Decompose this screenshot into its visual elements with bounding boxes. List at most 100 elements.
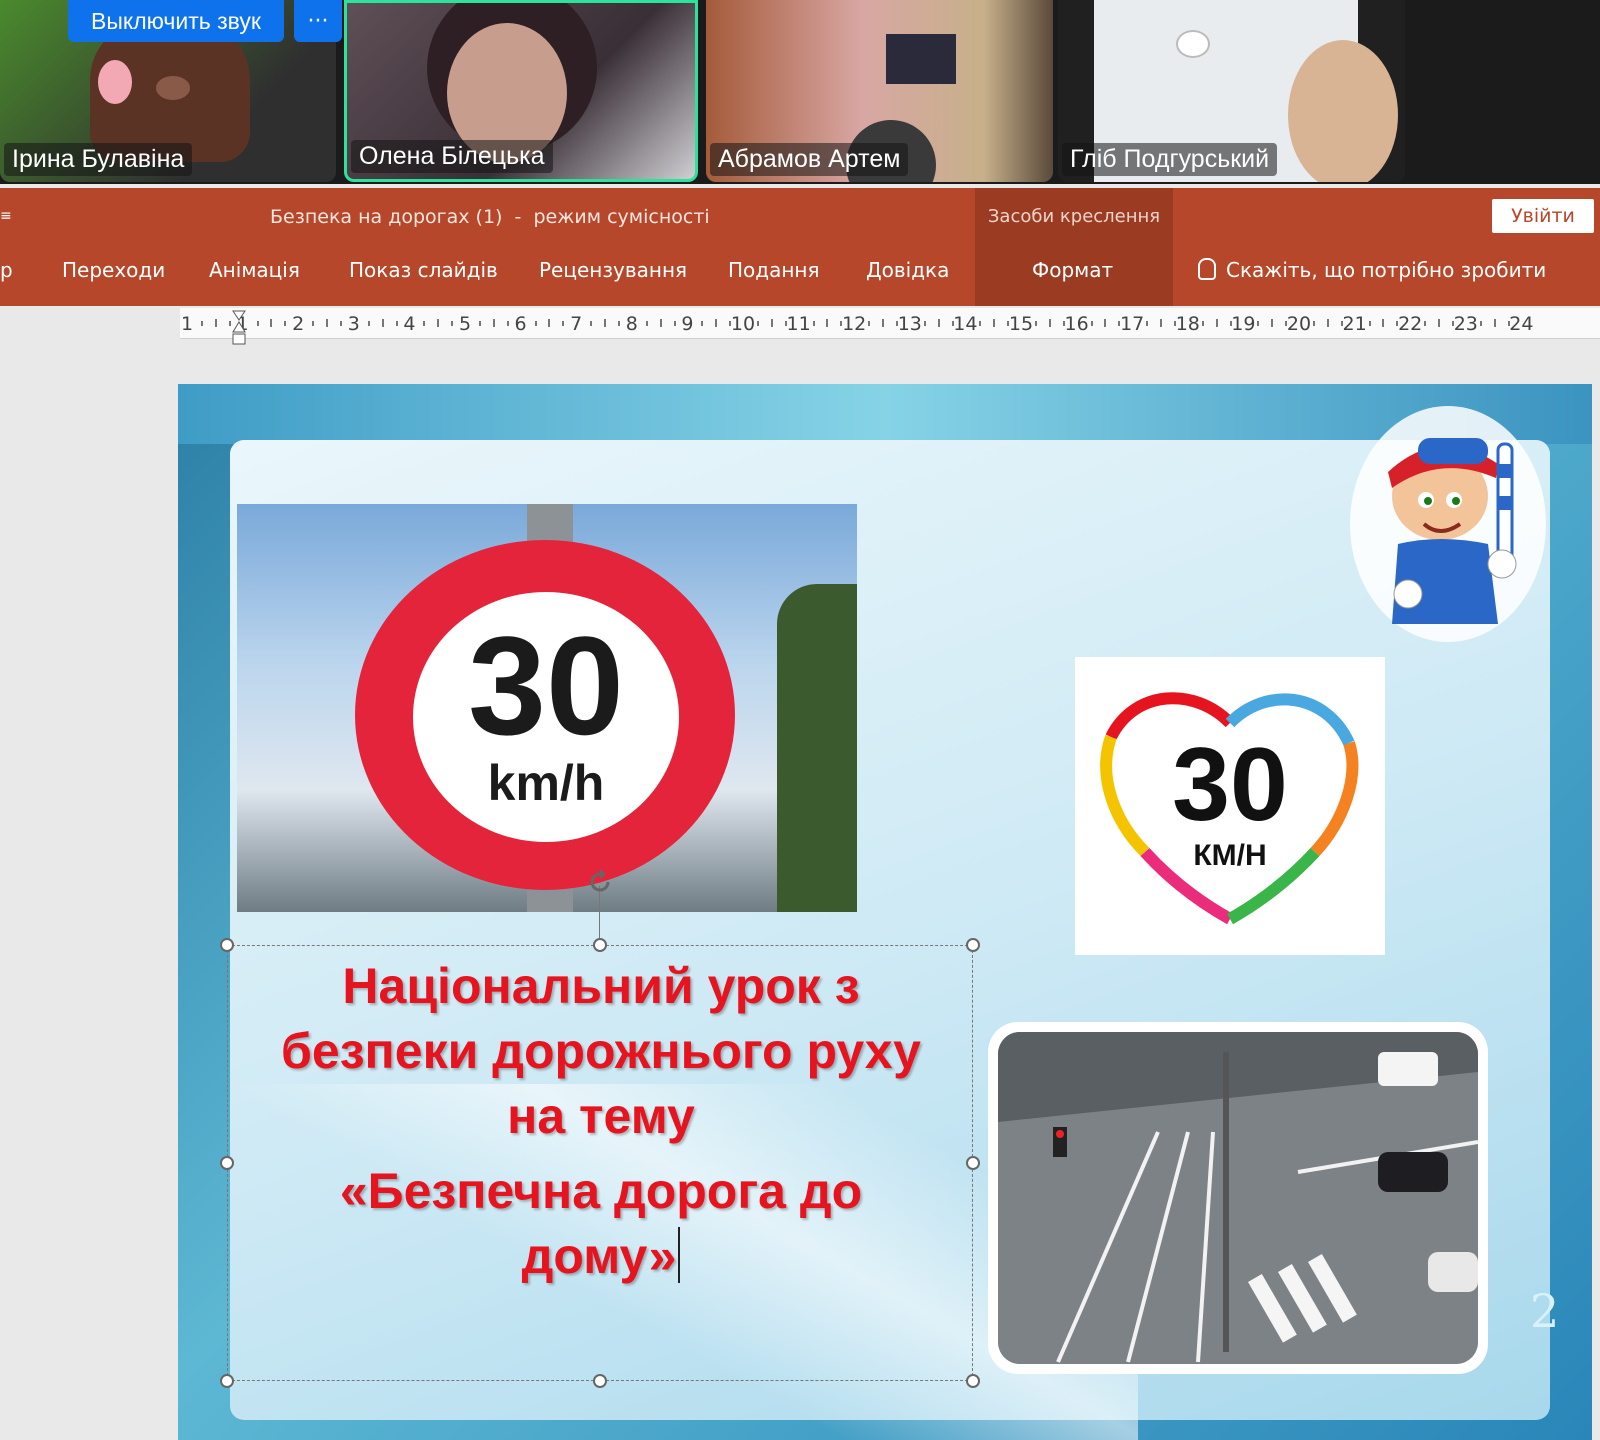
ruler-tick <box>506 321 509 326</box>
more-options-button[interactable]: ··· <box>294 0 342 42</box>
ruler-number: 8 <box>625 313 638 335</box>
tab-format[interactable]: Формат <box>1032 258 1113 282</box>
ruler-tick <box>882 319 884 327</box>
participant-tile[interactable]: Абрамов Артем <box>706 0 1053 182</box>
participant-name: Олена Білецька <box>351 140 553 173</box>
rotate-handle-icon[interactable] <box>586 868 614 896</box>
mute-button[interactable]: Выключить звук <box>68 0 284 42</box>
person-silhouette <box>1288 40 1398 182</box>
tab-review[interactable]: Рецензування <box>539 258 687 282</box>
quick-access-menu-icon[interactable]: ≡ <box>0 208 12 224</box>
ruler-tick <box>1326 319 1329 327</box>
resize-handle-top-right[interactable] <box>966 938 980 952</box>
ruler-tick <box>423 321 426 326</box>
title-line: Національний урок з <box>342 958 860 1014</box>
ruler-tick <box>673 321 676 326</box>
title-line: дому» <box>521 1228 677 1284</box>
ruler-number: 22 <box>1398 313 1423 335</box>
ruler-tick <box>1257 321 1260 326</box>
road-markings-graphic <box>998 1032 1478 1364</box>
ruler-tick <box>534 321 537 326</box>
resize-handle-bottom-left[interactable] <box>220 1374 234 1388</box>
speed-sign-photo[interactable]: 30 km/h <box>237 504 857 912</box>
powerpoint-ribbon: ≡ Безпека на дорогах (1) - режим сумісно… <box>0 188 1600 306</box>
ruler-tick <box>756 321 759 326</box>
tell-me-search[interactable]: Скажіть, що потрібно зробити <box>1198 258 1546 282</box>
ruler-tick <box>923 321 926 326</box>
tab-help[interactable]: Довідка <box>866 258 949 282</box>
ruler-tick <box>826 319 829 327</box>
ruler-tick <box>617 321 620 326</box>
participant-tile[interactable]: Гліб Подгурський <box>1058 0 1405 182</box>
ruler-tick <box>868 321 871 326</box>
ruler-tick <box>993 319 996 327</box>
ruler-number: 13 <box>897 313 922 335</box>
ruler-number: 12 <box>842 313 867 335</box>
ruler-number: 15 <box>1008 313 1034 335</box>
ruler-tick <box>1160 319 1162 327</box>
ruler-number: 1 <box>180 313 194 335</box>
heart-number: 30 <box>1172 727 1288 843</box>
ruler-number: 7 <box>570 313 583 335</box>
indent-marker-icon[interactable] <box>232 310 246 346</box>
ruler-number: 4 <box>403 313 416 335</box>
sign-unit: km/h <box>487 755 605 811</box>
tab-view[interactable]: Подання <box>728 258 820 282</box>
resize-handle-left[interactable] <box>220 1156 234 1170</box>
resize-handle-right[interactable] <box>966 1156 980 1170</box>
ruler-number: 17 <box>1120 313 1145 335</box>
ruler-tick <box>367 321 370 326</box>
ruler-tick <box>1438 319 1440 327</box>
sign-in-button[interactable]: Увійти <box>1492 199 1594 233</box>
resize-handle-top-left[interactable] <box>220 938 234 952</box>
ruler-tick <box>562 321 565 326</box>
contextual-group-title: Засоби креслення <box>987 206 1161 227</box>
title-textbox[interactable]: Національний урок з безпеки дорожнього р… <box>220 869 980 1388</box>
ruler-tick <box>1424 321 1427 326</box>
ruler-number: 20 <box>1286 313 1312 335</box>
ruler-number: 2 <box>292 313 305 335</box>
ruler-number: 3 <box>347 313 360 335</box>
ruler-number: 5 <box>458 313 472 335</box>
slide-title: Національний урок з безпеки дорожнього р… <box>228 954 974 1289</box>
ruler-band <box>180 308 1600 339</box>
ruler-tick <box>1090 321 1093 326</box>
ribbon-tabs: р Переходи Анімація Показ слайдів Реценз… <box>0 250 1600 290</box>
tab-transitions[interactable]: Переходи <box>62 258 165 282</box>
intersection-photo[interactable] <box>988 1022 1488 1374</box>
resize-handle-top[interactable] <box>593 938 607 952</box>
sign-number: 30 <box>468 607 624 764</box>
ruler-tick <box>312 321 315 326</box>
participant-tile-active-speaker[interactable]: Олена Білецька <box>344 0 698 182</box>
ruler-number: 9 <box>681 313 694 335</box>
ruler-tick <box>812 321 815 326</box>
resize-handle-bottom[interactable] <box>593 1374 607 1388</box>
ruler-tick <box>270 319 273 327</box>
participant-name: Ірина Булавіна <box>4 143 193 176</box>
wall-picture-shape <box>886 34 956 84</box>
ruler-number: 6 <box>514 313 527 335</box>
ruler-number: 24 <box>1509 313 1534 335</box>
horizontal-ruler[interactable]: 1 1 2 3 4 5 6 7 8 9 10 11 12 13 14 15 16 17 18 19 20 21 22 23 24 <box>180 308 1600 352</box>
ruler-tick <box>1271 319 1274 327</box>
heart-speed-logo[interactable]: 30 КМ/Н <box>1075 657 1385 955</box>
slide-canvas[interactable]: 30 km/h 30 КМ/Н 2 Національний урок з бе… <box>178 384 1592 1440</box>
tell-me-label: Скажіть, що потрібно зробити <box>1226 258 1547 282</box>
nose-shape <box>156 76 190 100</box>
ruler-number: 16 <box>1064 313 1089 335</box>
ruler-tick <box>1493 319 1496 327</box>
tree-shape <box>777 584 857 912</box>
window-title: Безпека на дорогах (1) - режим сумісност… <box>270 206 710 228</box>
tab-partial[interactable]: р <box>0 258 13 282</box>
ruler-number: 19 <box>1231 313 1256 335</box>
tab-slideshow[interactable]: Показ слайдів <box>349 258 498 282</box>
ruler-tick <box>214 319 217 327</box>
ruler-tick <box>1034 321 1037 326</box>
ruler-tick <box>1201 321 1204 326</box>
tab-animations[interactable]: Анімація <box>209 258 300 282</box>
ruler-number: 10 <box>730 313 756 335</box>
resize-handle-bottom-right[interactable] <box>966 1374 980 1388</box>
title-line: «Безпечна дорога до <box>339 1163 863 1219</box>
ruler-tick <box>979 321 982 326</box>
ruler-tick <box>256 321 259 326</box>
